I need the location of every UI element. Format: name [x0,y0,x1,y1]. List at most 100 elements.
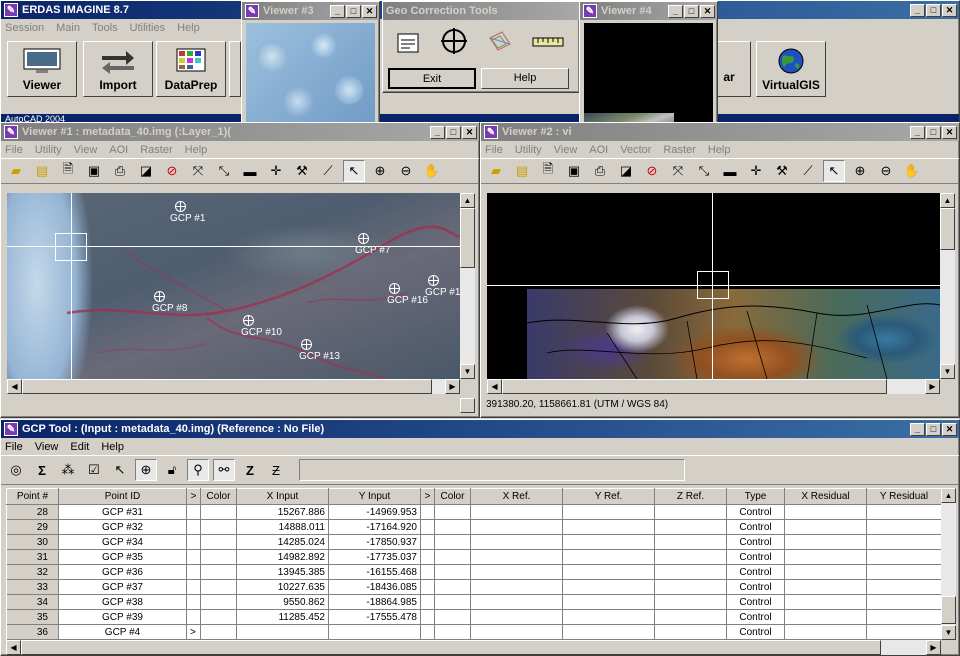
col-marker[interactable]: > [186,488,201,505]
maximize-button[interactable]: □ [446,125,461,139]
scroll-up-arrow-icon[interactable]: ▲ [940,193,955,208]
maximize-button[interactable]: □ [926,3,941,17]
type-value[interactable]: Control [726,624,785,640]
eraser-icon[interactable]: ◪ [615,160,637,182]
menu-utility[interactable]: Utility [35,144,62,156]
y-input-value[interactable]: -17164.920 [328,519,421,535]
open-folder-icon[interactable]: ▰ [5,160,27,182]
x-input-value[interactable]: 10227.635 [236,579,329,595]
minimize-button[interactable]: _ [910,3,925,17]
y-input-value[interactable]: -16155.468 [328,564,421,580]
ref-color-cell[interactable] [434,579,471,595]
y-input-value[interactable]: -17555.478 [328,609,421,625]
close-button[interactable]: ✕ [942,422,957,436]
point-id[interactable]: GCP #32 [58,519,187,535]
x-input-value[interactable]: 14982.892 [236,549,329,565]
point-id[interactable]: GCP #35 [58,549,187,565]
col-ref-marker[interactable]: > [420,488,435,505]
y-ref-value[interactable] [562,534,655,550]
print-icon[interactable]: ⎙ [589,160,611,182]
minimize-button[interactable]: _ [910,422,925,436]
pan-hand-icon[interactable]: ✋ [421,160,443,182]
z-ref-value[interactable] [654,594,727,610]
point-number[interactable]: 31 [6,549,59,565]
viewer-1-titlebar[interactable]: ✎ Viewer #1 : metadata_40.img (:Layer_1)… [1,123,479,141]
scroll-up-arrow-icon[interactable]: ▲ [460,193,475,208]
open-layer-icon[interactable]: ▤ [511,160,533,182]
x-ref-value[interactable] [470,519,563,535]
select-arrow-icon[interactable]: ↖ [823,160,845,182]
input-color-cell[interactable] [200,609,237,625]
col-x-residual[interactable]: X Residual [784,488,867,505]
viewer-2-image[interactable] [487,193,940,379]
menu-help[interactable]: Help [101,441,124,453]
menu-help[interactable]: Help [708,144,731,156]
col-point-id[interactable]: Point ID [58,488,187,505]
y-input-value[interactable]: -18436.085 [328,579,421,595]
profile-icon[interactable]: ⟋ [317,160,339,182]
crosshair-gcp-icon[interactable] [439,26,469,56]
lock-icon[interactable]: 🔓︎ [161,459,183,481]
crosshair-icon[interactable]: ✛ [265,160,287,182]
menu-aoi[interactable]: AOI [109,144,128,156]
menu-help[interactable]: Help [177,22,200,34]
menu-utility[interactable]: Utility [515,144,542,156]
scroll-thumb[interactable] [22,379,432,394]
input-color-cell[interactable] [200,534,237,550]
crosshair-icon[interactable]: ✛ [745,160,767,182]
ref-color-cell[interactable] [434,624,471,640]
type-value[interactable]: Control [726,609,785,625]
y-ref-value[interactable] [562,624,655,640]
input-color-cell[interactable] [200,549,237,565]
point-number[interactable]: 29 [6,519,59,535]
close-button[interactable]: ✕ [462,125,477,139]
z-ref-value[interactable] [654,609,727,625]
x-ref-value[interactable] [470,624,563,640]
measure-icon[interactable]: ▬ [239,160,261,182]
type-value[interactable]: Control [726,549,785,565]
point-number[interactable]: 34 [6,594,59,610]
col-x-input[interactable]: X Input [236,488,329,505]
scroll-thumb[interactable] [940,208,955,250]
scroll-thumb[interactable] [941,596,956,624]
z-ref-value[interactable] [654,564,727,580]
save-icon[interactable]: ▣ [563,160,585,182]
input-color-cell[interactable] [200,564,237,580]
x-ref-value[interactable] [470,534,563,550]
menu-raster[interactable]: Raster [663,144,695,156]
zoom-in-fixed-icon[interactable]: ⤧ [667,160,689,182]
select-arrow-icon[interactable]: ↖ [343,160,365,182]
table-row[interactable]: 29 GCP #32 14888.011 -17164.920 Control [6,519,941,535]
import-button[interactable]: Import [83,41,153,97]
viewer-1-vertical-scrollbar[interactable]: ▲ ▼ [460,193,475,379]
info-icon[interactable]: 🗎 [537,160,559,182]
zoom-in-icon[interactable]: ⊕ [849,160,871,182]
input-color-cell[interactable] [200,579,237,595]
resize-grip-icon[interactable] [460,398,475,413]
geo-tools-titlebar[interactable]: Geo Correction Tools [383,2,579,20]
measure-icon[interactable]: ▬ [719,160,741,182]
scroll-left-arrow-icon[interactable]: ◀ [6,640,21,655]
ref-color-cell[interactable] [434,594,471,610]
dataprep-button[interactable]: DataPrep [156,41,226,97]
point-number[interactable]: 30 [6,534,59,550]
scroll-left-arrow-icon[interactable]: ◀ [487,379,502,394]
type-value[interactable]: Control [726,534,785,550]
gcp-marker[interactable]: GCP #1 [425,275,460,298]
ref-color-cell[interactable] [434,519,471,535]
y-input-value[interactable] [328,624,421,640]
sigma-solve-icon[interactable]: Σ [31,459,53,481]
y-ref-value[interactable] [562,579,655,595]
viewer-1-horizontal-scrollbar[interactable]: ◀ ▶ [7,379,460,394]
viewer-4-image[interactable] [584,23,713,135]
col-z-ref[interactable]: Z Ref. [654,488,727,505]
zoom-out-fixed-icon[interactable]: ⤡ [693,160,715,182]
scroll-right-arrow-icon[interactable]: ▶ [925,379,940,394]
menu-view[interactable]: View [74,144,98,156]
menu-help[interactable]: Help [185,144,208,156]
x-input-value[interactable]: 13945.385 [236,564,329,580]
ruler-icon[interactable] [531,30,565,54]
find-all-gcp-icon[interactable]: ⚯ [213,459,235,481]
viewer-2-titlebar[interactable]: ✎ Viewer #2 : vi _ □ ✕ [481,123,959,141]
x-input-value[interactable]: 9550.862 [236,594,329,610]
